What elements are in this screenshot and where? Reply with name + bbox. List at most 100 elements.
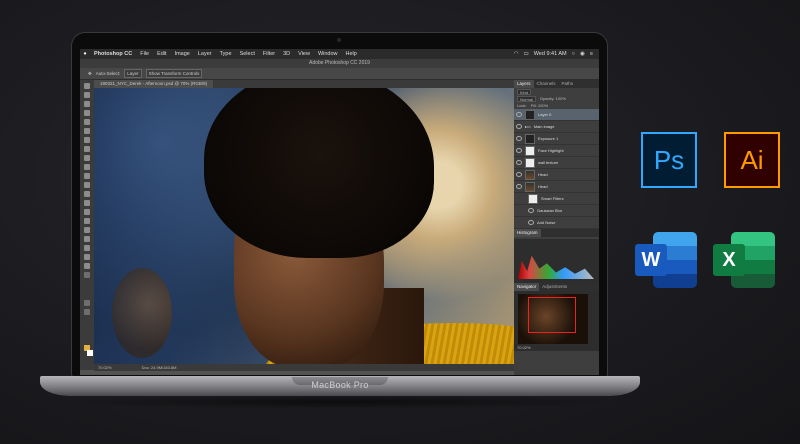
photoshop-icon-label: Ps — [653, 144, 685, 175]
blur-tool-icon[interactable] — [84, 200, 90, 206]
layer-thumbnail — [525, 145, 535, 156]
menu-select[interactable]: Select — [236, 49, 259, 59]
eye-icon[interactable] — [528, 208, 534, 213]
menu-help[interactable]: Help — [342, 49, 361, 59]
photoshop-app-icon[interactable]: Ps — [641, 132, 697, 188]
brush-tool-icon[interactable] — [84, 155, 90, 161]
layer-row[interactable]: Layer 0 — [514, 109, 599, 121]
gradient-tool-icon[interactable] — [84, 191, 90, 197]
layer-row[interactable]: wall texture — [514, 157, 599, 169]
tab-adjustments[interactable]: Adjustments — [539, 283, 570, 291]
tab-histogram[interactable]: Histogram — [514, 229, 541, 237]
menu-edit[interactable]: Edit — [153, 49, 170, 59]
smart-filters-row[interactable]: Smart Filters — [514, 193, 599, 205]
more-tools-icon[interactable] — [84, 272, 90, 278]
quick-mask-icon[interactable] — [84, 300, 90, 306]
clone-stamp-tool-icon[interactable] — [84, 164, 90, 170]
excel-app-icon[interactable]: X — [713, 232, 775, 288]
status-doc-size: Doc: 24.9M/183.8M — [141, 365, 177, 370]
eye-icon[interactable] — [516, 124, 522, 129]
tab-layers[interactable]: Layers — [514, 80, 534, 88]
word-app-icon[interactable]: W — [635, 232, 697, 288]
layer-row[interactable]: Head — [514, 169, 599, 181]
filter-mask-thumbnail — [528, 193, 538, 204]
eye-icon[interactable] — [516, 148, 522, 153]
screen-mode-icon[interactable] — [84, 309, 90, 315]
tab-paths[interactable]: Paths — [559, 80, 577, 88]
layer-thumbnail — [525, 181, 535, 192]
history-brush-tool-icon[interactable] — [84, 173, 90, 179]
layer-row[interactable]: Exposure 1 — [514, 133, 599, 145]
filter-name: Gaussian Blur — [537, 208, 563, 213]
filter-row[interactable]: Add Noise — [514, 217, 599, 229]
canvas-shade — [94, 88, 514, 364]
crop-tool-icon[interactable] — [84, 119, 90, 125]
eraser-tool-icon[interactable] — [84, 182, 90, 188]
document-canvas[interactable] — [94, 88, 514, 364]
adjustment-thumbnail — [525, 133, 535, 144]
layer-row[interactable]: Face Highlight — [514, 145, 599, 157]
battery-icon[interactable]: ▭ — [524, 49, 529, 59]
dodge-tool-icon[interactable] — [84, 209, 90, 215]
wifi-icon[interactable]: ◠ — [514, 49, 519, 59]
histogram-panel — [514, 239, 599, 283]
menu-app-name[interactable]: Photoshop CC — [90, 49, 136, 59]
brand-label: MacBook Pro — [311, 380, 369, 390]
pen-tool-icon[interactable] — [84, 218, 90, 224]
move-tool-icon[interactable] — [84, 83, 90, 89]
filter-row[interactable]: Gaussian Blur — [514, 205, 599, 217]
marquee-tool-icon[interactable] — [84, 92, 90, 98]
quick-select-tool-icon[interactable] — [84, 110, 90, 116]
eye-icon[interactable] — [528, 220, 534, 225]
navigator-zoom[interactable]: 70.02% — [517, 345, 531, 350]
menu-type[interactable]: Type — [216, 49, 236, 59]
healing-tool-icon[interactable] — [84, 146, 90, 152]
layer-name: Main image — [533, 124, 555, 129]
eye-icon[interactable] — [516, 172, 522, 177]
menu-window[interactable]: Window — [314, 49, 342, 59]
user-icon[interactable]: ◉ — [580, 49, 585, 59]
menu-image[interactable]: Image — [171, 49, 194, 59]
layer-group-row[interactable]: ▸▭ Main image — [514, 121, 599, 133]
menu-filter[interactable]: Filter — [259, 49, 279, 59]
eye-icon[interactable] — [516, 112, 522, 117]
tab-navigator[interactable]: Navigator — [514, 283, 540, 291]
auto-select-dropdown[interactable]: Layer — [124, 69, 142, 78]
menu-layer[interactable]: Layer — [194, 49, 216, 59]
hand-tool-icon[interactable] — [84, 254, 90, 260]
fill-field[interactable]: Fill: 100% — [531, 102, 549, 109]
eye-icon[interactable] — [516, 136, 522, 141]
menu-view[interactable]: View — [294, 49, 314, 59]
mac-menubar: ● Photoshop CC File Edit Image Layer Typ… — [80, 49, 599, 59]
path-select-tool-icon[interactable] — [84, 236, 90, 242]
menu-3d[interactable]: 3D — [279, 49, 294, 59]
laptop-brand: MacBook Pro — [290, 380, 390, 390]
zoom-tool-icon[interactable] — [84, 263, 90, 269]
background-color-swatch[interactable] — [87, 350, 93, 356]
apple-icon[interactable]: ● — [80, 49, 90, 59]
navigator-panel: 70.02% — [514, 291, 599, 351]
navigator-view-box[interactable] — [528, 297, 576, 333]
illustrator-app-icon[interactable]: Ai — [724, 132, 780, 188]
menubar-clock[interactable]: Wed 9:41 AM — [534, 49, 567, 59]
frame-tool-icon[interactable] — [84, 128, 90, 134]
eye-icon[interactable] — [516, 184, 522, 189]
eye-icon[interactable] — [516, 160, 522, 165]
shape-tool-icon[interactable] — [84, 245, 90, 251]
move-tool-icon[interactable]: ✥ — [88, 71, 92, 77]
type-tool-icon[interactable] — [84, 227, 90, 233]
opacity-field[interactable]: Opacity: 100% — [540, 95, 566, 102]
search-icon[interactable]: ○ — [572, 49, 575, 59]
eyedropper-tool-icon[interactable] — [84, 137, 90, 143]
document-tab[interactable]: 190321_NYC_Derek - Afternoon.psd @ 70% (… — [94, 80, 214, 88]
menu-list-icon[interactable]: ≡ — [590, 49, 593, 59]
status-zoom[interactable]: 70.02% — [98, 364, 112, 371]
lasso-tool-icon[interactable] — [84, 101, 90, 107]
layer-row[interactable]: Head — [514, 181, 599, 193]
menu-file[interactable]: File — [136, 49, 153, 59]
tools-panel — [80, 80, 94, 370]
auto-select-checkbox[interactable]: Auto-Select: — [96, 71, 121, 76]
show-transform-checkbox[interactable]: Show Transform Controls — [145, 69, 203, 78]
layer-kind-dropdown[interactable]: Kind — [517, 88, 532, 95]
tab-channels[interactable]: Channels — [534, 80, 559, 88]
